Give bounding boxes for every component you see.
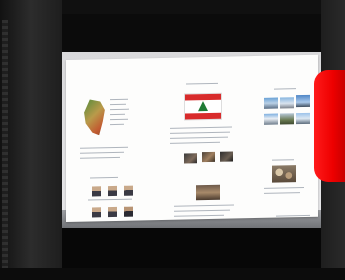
- text-line: [276, 214, 310, 217]
- text-line: [170, 126, 232, 129]
- text-line: [110, 103, 126, 106]
- cuisine-photo: [202, 151, 215, 163]
- text-line: [80, 146, 128, 149]
- landscape-photo: [264, 97, 278, 109]
- text-line: [174, 209, 230, 212]
- red-object: [314, 70, 345, 182]
- flag-band-top: [185, 93, 221, 101]
- text-line: [90, 176, 118, 179]
- bottom-bezel: [0, 268, 345, 280]
- text-line: [272, 159, 294, 161]
- cable: [2, 20, 8, 270]
- cedar-emblem: [198, 101, 208, 112]
- text-line: [110, 98, 128, 101]
- text-line: [264, 192, 300, 194]
- landscape-photo: [264, 113, 278, 125]
- portrait-photo: [92, 186, 101, 197]
- text-line: [170, 141, 220, 144]
- crowd-photo: [272, 165, 296, 183]
- landscape-photo: [280, 97, 294, 109]
- flag-band-bottom: [185, 112, 221, 120]
- portrait-photo: [92, 207, 101, 218]
- landscape-photo: [296, 112, 310, 125]
- text-line: [110, 118, 128, 121]
- text-line: [110, 108, 129, 111]
- map-image: [82, 99, 108, 136]
- portrait-photo: [108, 206, 117, 218]
- text-line: [264, 187, 304, 189]
- group-photo: [196, 184, 220, 201]
- text-line: [274, 88, 296, 90]
- text-line: [88, 198, 132, 201]
- left-bezel: [0, 0, 62, 280]
- lebanon-poster: [66, 54, 318, 223]
- lebanese-flag: [184, 92, 222, 121]
- landscape-photo: [280, 113, 294, 125]
- text-line: [186, 82, 218, 85]
- text-line: [110, 123, 124, 126]
- portrait-photo: [108, 185, 117, 197]
- cuisine-photo: [184, 153, 197, 164]
- text-line: [110, 113, 125, 116]
- photo-frame: [62, 14, 321, 268]
- text-line: [80, 151, 124, 154]
- portrait-photo: [124, 185, 133, 196]
- text-line: [174, 204, 234, 207]
- cuisine-photo: [220, 151, 233, 162]
- portrait-photo: [124, 206, 133, 217]
- desk-shadow: [62, 228, 321, 268]
- text-line: [80, 156, 120, 159]
- landscape-photo: [296, 94, 310, 108]
- ceiling: [62, 14, 321, 56]
- text-line: [170, 131, 230, 134]
- text-line: [174, 214, 224, 217]
- text-line: [170, 136, 228, 139]
